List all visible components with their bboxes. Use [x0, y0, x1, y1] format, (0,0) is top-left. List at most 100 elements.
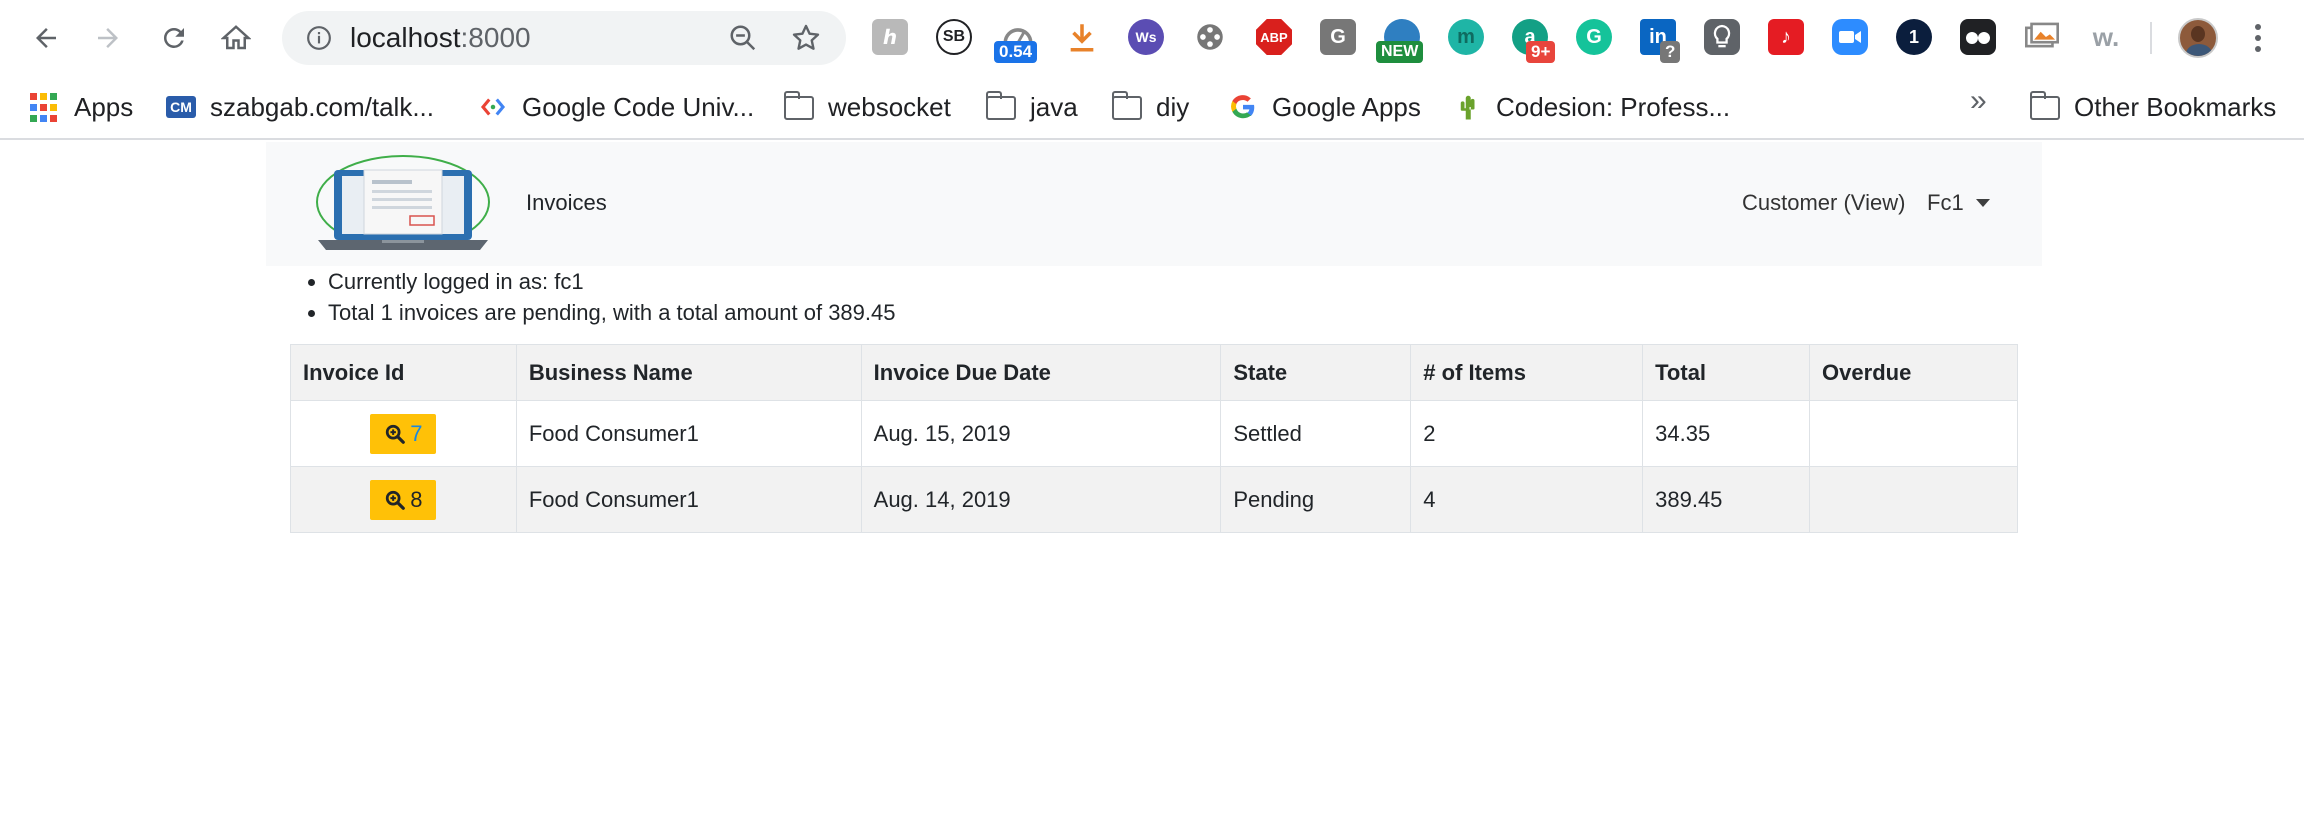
bookmark-folder-java[interactable]: java — [985, 86, 1078, 128]
table-header-row: Invoice Id Business Name Invoice Due Dat… — [290, 344, 2018, 401]
linkedin-badge: ? — [1660, 41, 1681, 63]
tab-extension-icon[interactable] — [1960, 19, 1996, 55]
w-glyph: w. — [2092, 21, 2120, 52]
brand-title[interactable]: Invoices — [526, 190, 607, 216]
due-date-cell: Aug. 14, 2019 — [860, 466, 1222, 533]
bookmark-codesion-label: Codesion: Profess... — [1496, 91, 1731, 122]
wordspace-extension-icon[interactable]: Ws — [1128, 19, 1164, 55]
back-button[interactable] — [22, 14, 70, 62]
honey-extension-icon[interactable]: ℎ — [872, 19, 908, 55]
bookmark-apps[interactable]: Apps — [30, 86, 133, 128]
col-header-due-date[interactable]: Invoice Due Date — [860, 344, 1222, 401]
globe-extension-icon[interactable]: NEW — [1376, 19, 1424, 63]
col-header-invoice-id[interactable]: Invoice Id — [290, 344, 517, 401]
reload-button[interactable] — [150, 14, 198, 62]
bookmark-star-icon[interactable] — [790, 22, 822, 54]
state-cell: Pending — [1220, 466, 1412, 533]
home-button[interactable] — [212, 14, 260, 62]
user-menu-dropdown[interactable]: Fc1 — [1927, 190, 1990, 216]
url-port: :8000 — [460, 22, 531, 53]
view-invoice-button[interactable]: 7 — [370, 413, 437, 454]
zoom-extension-icon[interactable] — [1832, 19, 1868, 55]
customer-view-link[interactable]: Customer (View) — [1742, 190, 1905, 216]
due-date-cell: Aug. 15, 2019 — [860, 400, 1222, 467]
bookmark-szabgab-label: szabgab.com/talk... — [210, 91, 434, 122]
total-cell: 34.35 — [1642, 400, 1811, 467]
zoom-out-icon[interactable] — [728, 23, 758, 53]
a-extension-icon[interactable]: a 9+ — [1512, 19, 1556, 63]
app-navbar: Invoices Customer (View) Fc1 — [266, 142, 2042, 266]
col-header-items[interactable]: # of Items — [1410, 344, 1644, 401]
bookmark-google-code[interactable]: Google Code Univ... — [478, 86, 754, 128]
a-badge: 9+ — [1526, 41, 1556, 63]
bookmark-folder-websocket[interactable]: websocket — [783, 86, 951, 128]
m-glyph: m — [1457, 25, 1475, 48]
bookmark-websocket-label: websocket — [828, 91, 951, 122]
bulb-extension-icon[interactable] — [1704, 19, 1740, 55]
music-glyph: ♪ — [1781, 25, 1791, 48]
w-extension-icon[interactable]: w. — [2088, 19, 2124, 55]
invoice-id-cell: 8 — [290, 466, 517, 533]
invoice-id-link[interactable]: 7 — [410, 421, 422, 447]
zoom-in-icon — [386, 490, 406, 510]
toolbar-divider — [2150, 22, 2152, 54]
url-text[interactable]: localhost:8000 — [350, 22, 531, 54]
bookmark-google-apps[interactable]: Google Apps — [1228, 86, 1421, 128]
view-invoice-button[interactable]: 8 — [370, 479, 437, 520]
linkedin-extension-icon[interactable]: in ? — [1640, 19, 1681, 63]
bookmark-szabgab[interactable]: CM szabgab.com/talk... — [166, 86, 434, 128]
invoice-laptop-logo-icon[interactable] — [312, 152, 494, 254]
bookmark-google-apps-label: Google Apps — [1272, 91, 1421, 122]
items-cell: 2 — [1410, 400, 1644, 467]
video-camera-icon — [1839, 31, 1861, 43]
browser-menu-icon[interactable] — [2246, 22, 2270, 54]
onepassword-glyph: 1 — [1908, 26, 1919, 47]
music-extension-icon[interactable]: ♪ — [1768, 19, 1804, 55]
bookmarks-overflow-button[interactable]: » — [1970, 84, 1987, 118]
bookmark-codesion[interactable]: Codesion: Profess... — [1452, 86, 1730, 128]
home-icon — [221, 25, 251, 50]
pending-summary-info: Total 1 invoices are pending, with a tot… — [328, 297, 895, 328]
film-extension-icon[interactable] — [1192, 19, 1228, 55]
browser-toolbar: localhost:8000 ℎ SB 0.54 Ws ABP G NEW m … — [0, 0, 2304, 76]
ws-glyph: Ws — [1135, 29, 1157, 45]
bookmark-folder-diy[interactable]: diy — [1111, 86, 1190, 128]
adblock-extension-icon[interactable]: ABP — [1256, 19, 1292, 55]
caret-down-icon — [1975, 199, 1990, 207]
bookmark-diy-label: diy — [1156, 91, 1190, 122]
sb-glyph: SB — [942, 28, 966, 45]
folder-icon — [2029, 91, 2060, 122]
address-bar[interactable]: localhost:8000 — [282, 11, 846, 65]
film-reel-icon — [1197, 24, 1223, 50]
profile-avatar[interactable] — [2178, 18, 2218, 58]
cactus-icon — [1460, 95, 1475, 120]
items-cell: 4 — [1410, 466, 1644, 533]
overdue-cell — [1809, 400, 2018, 467]
total-cell: 389.45 — [1642, 466, 1811, 533]
glasses-icon — [1966, 32, 1990, 44]
lightbulb-icon — [1713, 24, 1731, 48]
grammarly-glyph: G — [1586, 25, 1602, 48]
bookmark-java-label: java — [1030, 91, 1078, 122]
m-extension-icon[interactable]: m — [1448, 19, 1484, 55]
url-host: localhost — [350, 22, 461, 53]
business-name-cell: Food Consumer1 — [515, 400, 862, 467]
sb-extension-icon[interactable]: SB — [936, 19, 972, 55]
onepassword-extension-icon[interactable]: 1 — [1896, 19, 1932, 55]
col-header-state[interactable]: State — [1220, 344, 1412, 401]
grammarly-extension-icon[interactable]: G — [1576, 19, 1612, 55]
col-header-overdue[interactable]: Overdue — [1809, 344, 2018, 401]
g-extension-icon[interactable]: G — [1320, 19, 1356, 55]
download-extension-icon[interactable] — [1064, 19, 1100, 55]
screenshot-extension-icon[interactable] — [2024, 19, 2060, 55]
forward-button[interactable] — [84, 14, 132, 62]
info-icon[interactable] — [306, 25, 332, 51]
col-header-total[interactable]: Total — [1642, 344, 1811, 401]
col-header-business-name[interactable]: Business Name — [515, 344, 862, 401]
invoice-id-link[interactable]: 8 — [410, 487, 422, 513]
status-info-list: Currently logged in as: fc1 Total 1 invo… — [328, 266, 895, 328]
cm-favicon-icon: CM — [166, 96, 196, 118]
bookmark-other-bookmarks[interactable]: Other Bookmarks — [2029, 86, 2276, 128]
speed-extension-icon[interactable]: 0.54 — [994, 19, 1038, 63]
table-row: 7 Food Consumer1 Aug. 15, 2019 Settled 2… — [290, 400, 2018, 467]
